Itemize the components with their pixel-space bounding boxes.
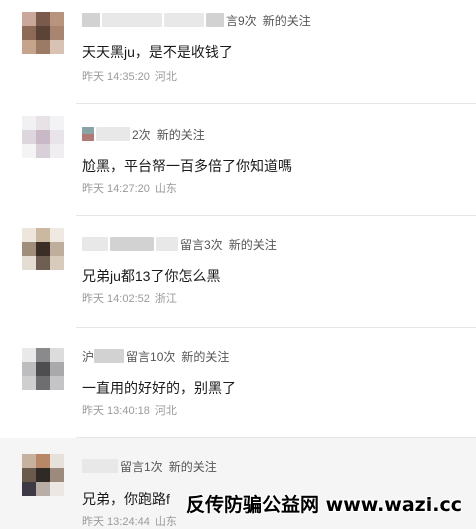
comment-item: 2次 新的关注 尬黑，平台帑一百多倍了你知道嗎 昨天 14:27:20 山东 xyxy=(0,104,476,216)
comment-count: 2次 xyxy=(132,127,151,142)
comment-time: 昨天 14:27:20 xyxy=(82,183,150,195)
follow-tag: 新的关注 xyxy=(168,459,217,474)
watermark: 反传防骗公益网 www.wazi.cc xyxy=(186,494,462,516)
follow-tag: 新的关注 xyxy=(156,127,205,142)
comment-meta: 2次 新的关注 xyxy=(82,126,205,142)
comment-time: 昨天 13:24:44 xyxy=(82,516,150,528)
comment-location: 浙江 xyxy=(154,293,177,305)
comment-meta: 言9次 新的关注 xyxy=(82,12,311,28)
comment-meta: 留言1次 新的关注 xyxy=(82,458,217,474)
comment-location: 河北 xyxy=(154,405,177,417)
comment-timestamp: 昨天 13:40:18 河北 xyxy=(82,402,177,418)
avatar[interactable] xyxy=(22,454,64,496)
redacted-username xyxy=(156,237,178,251)
comment-text: 一直用的好好的，别黑了 xyxy=(82,380,236,396)
comment-time: 昨天 14:02:52 xyxy=(82,293,150,305)
comment-text: 尬黑，平台帑一百多倍了你知道嗎 xyxy=(82,158,292,174)
comment-text: 兄弟ju都13了你怎么黑 xyxy=(82,268,221,284)
comment-item: 沪 留言10次 新的关注 一直用的好好的，别黑了 昨天 13:40:18 河北 xyxy=(0,328,476,438)
comment-timestamp: 昨天 14:35:20 河北 xyxy=(82,68,177,84)
redacted-username xyxy=(164,13,204,27)
comment-timestamp: 昨天 13:24:44 山东 xyxy=(82,513,177,529)
comment-location: 山东 xyxy=(154,516,177,528)
follow-tag: 新的关注 xyxy=(262,13,311,28)
comment-item: 留言3次 新的关注 兄弟ju都13了你怎么黑 昨天 14:02:52 浙江 xyxy=(0,216,476,328)
comment-count: 留言1次 xyxy=(120,459,163,474)
follow-tag: 新的关注 xyxy=(181,349,230,364)
comment-count: 言9次 xyxy=(226,13,257,28)
redacted-thumbnail xyxy=(82,127,94,141)
comment-count: 留言3次 xyxy=(180,237,223,252)
comment-meta: 留言3次 新的关注 xyxy=(82,236,277,252)
comment-count: 留言10次 xyxy=(126,349,176,364)
redacted-username xyxy=(94,349,125,363)
comment-time: 昨天 14:35:20 xyxy=(82,71,150,83)
follow-tag: 新的关注 xyxy=(228,237,277,252)
comment-username-partial: 沪 xyxy=(82,349,95,364)
avatar[interactable] xyxy=(22,116,64,158)
comment-timestamp: 昨天 14:02:52 浙江 xyxy=(82,290,177,306)
redacted-username xyxy=(206,13,224,27)
comment-meta: 沪 留言10次 新的关注 xyxy=(82,348,229,364)
comment-location: 河北 xyxy=(154,71,177,83)
comment-location: 山东 xyxy=(154,183,177,195)
avatar[interactable] xyxy=(22,228,64,270)
comment-timestamp: 昨天 14:27:20 山东 xyxy=(82,180,177,196)
avatar[interactable] xyxy=(22,348,64,390)
redacted-username xyxy=(96,127,130,141)
comment-text: 兄弟，你跑路f xyxy=(82,491,170,507)
redacted-username xyxy=(82,459,118,473)
comment-time: 昨天 13:40:18 xyxy=(82,405,150,417)
comment-item: 言9次 新的关注 天天黑ju，是不是收钱了 昨天 14:35:20 河北 xyxy=(0,0,476,104)
redacted-username xyxy=(110,237,154,251)
comment-text: 天天黑ju，是不是收钱了 xyxy=(82,44,233,60)
redacted-username xyxy=(82,13,100,27)
redacted-username xyxy=(82,237,108,251)
redacted-username xyxy=(102,13,162,27)
avatar[interactable] xyxy=(22,12,64,54)
